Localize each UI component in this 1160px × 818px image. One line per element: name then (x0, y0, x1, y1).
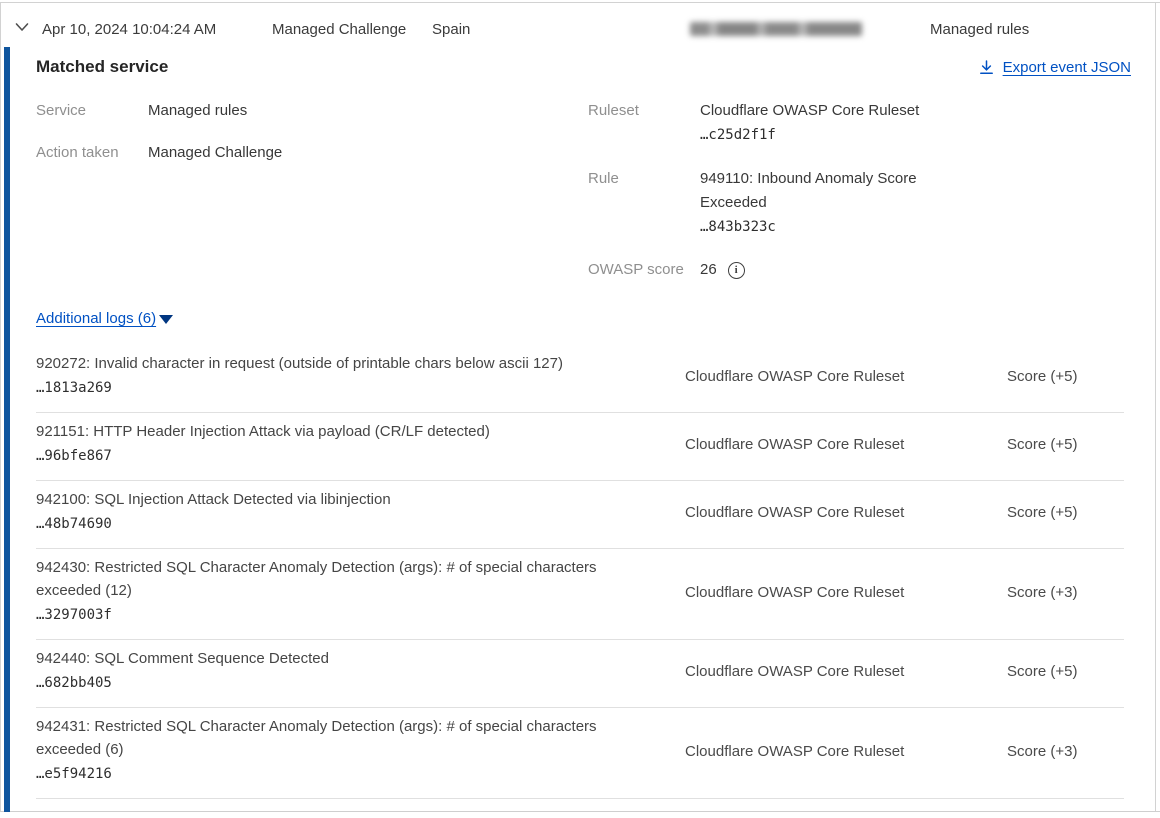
log-description: 920272: Invalid character in request (ou… (36, 352, 645, 375)
action-taken-label: Action taken (36, 143, 119, 163)
log-description: 942100: SQL Injection Attack Detected vi… (36, 488, 645, 511)
log-description: 942430: Restricted SQL Character Anomaly… (36, 556, 645, 602)
log-ruleset: Cloudflare OWASP Core Ruleset (685, 584, 1007, 601)
redacted-value (690, 22, 862, 36)
event-country: Spain (432, 21, 470, 39)
log-rule-id: …96bfe867 (36, 444, 645, 469)
chevron-down-icon[interactable] (13, 18, 31, 36)
ruleset-name: Cloudflare OWASP Core Ruleset (700, 99, 960, 123)
expanded-row-accent-bar (4, 47, 10, 812)
log-row: 942440: SQL Comment Sequence Detected …6… (36, 640, 1124, 708)
triangle-down-icon (159, 315, 173, 324)
panel-border-bottom (0, 811, 1160, 812)
log-rule-id: …3297003f (36, 603, 645, 628)
export-link-label: Export event JSON (1003, 59, 1131, 76)
log-row: 942430: Restricted SQL Character Anomaly… (36, 549, 1124, 640)
event-timestamp: Apr 10, 2024 10:04:24 AM (42, 21, 216, 39)
owasp-score-value-row: 26 i (700, 258, 745, 282)
log-description: 942440: SQL Comment Sequence Detected (36, 647, 645, 670)
log-rule-id: …682bb405 (36, 671, 645, 696)
log-description-cell: 920272: Invalid character in request (ou… (36, 352, 685, 401)
rule-name: 949110: Inbound Anomaly Score Exceeded (700, 167, 950, 215)
event-service: Managed rules (930, 21, 1029, 39)
additional-logs-toggle[interactable]: Additional logs (6) (36, 310, 173, 327)
log-score: Score (+5) (1007, 663, 1124, 680)
service-value: Managed rules (148, 99, 247, 123)
log-rule-id: …48b74690 (36, 512, 645, 537)
log-score: Score (+5) (1007, 368, 1124, 385)
log-score: Score (+5) (1007, 504, 1124, 521)
rule-value-block: 949110: Inbound Anomaly Score Exceeded …… (700, 167, 950, 240)
log-description-cell: 942431: Restricted SQL Character Anomaly… (36, 715, 685, 787)
log-row: 942431: Restricted SQL Character Anomaly… (36, 708, 1124, 799)
additional-logs-label: Additional logs (6) (36, 310, 156, 327)
log-row: 942100: SQL Injection Attack Detected vi… (36, 481, 1124, 549)
log-rule-id: …e5f94216 (36, 762, 645, 787)
download-icon (978, 59, 995, 76)
owasp-score-label: OWASP score (588, 260, 684, 280)
owasp-score-value: 26 (700, 258, 717, 282)
log-description-cell: 942100: SQL Injection Attack Detected vi… (36, 488, 685, 537)
log-description: 942431: Restricted SQL Character Anomaly… (36, 715, 645, 761)
export-event-json-link[interactable]: Export event JSON (978, 59, 1131, 76)
log-row: 921151: HTTP Header Injection Attack via… (36, 413, 1124, 481)
log-description-cell: 942430: Restricted SQL Character Anomaly… (36, 556, 685, 628)
log-ruleset: Cloudflare OWASP Core Ruleset (685, 743, 1007, 760)
log-description: 921151: HTTP Header Injection Attack via… (36, 420, 645, 443)
rule-id: …843b323c (700, 215, 950, 240)
log-row: 920272: Invalid character in request (ou… (36, 345, 1124, 413)
security-event-panel: Apr 10, 2024 10:04:24 AM Managed Challen… (0, 0, 1160, 818)
ruleset-id: …c25d2f1f (700, 123, 960, 148)
section-title: Matched service (36, 57, 168, 77)
log-ruleset: Cloudflare OWASP Core Ruleset (685, 436, 1007, 453)
log-rule-id: …1813a269 (36, 376, 645, 401)
ruleset-value-block: Cloudflare OWASP Core Ruleset …c25d2f1f (700, 99, 960, 148)
event-action: Managed Challenge (272, 21, 406, 39)
action-taken-value: Managed Challenge (148, 141, 282, 165)
logs-table: 920272: Invalid character in request (ou… (36, 345, 1124, 799)
log-description-cell: 942440: SQL Comment Sequence Detected …6… (36, 647, 685, 696)
panel-border-right (1155, 2, 1156, 812)
rule-label: Rule (588, 169, 619, 189)
log-score: Score (+3) (1007, 584, 1124, 601)
log-ruleset: Cloudflare OWASP Core Ruleset (685, 368, 1007, 385)
log-score: Score (+3) (1007, 743, 1124, 760)
log-ruleset: Cloudflare OWASP Core Ruleset (685, 663, 1007, 680)
log-description-cell: 921151: HTTP Header Injection Attack via… (36, 420, 685, 469)
service-label: Service (36, 101, 86, 121)
panel-border-left (0, 2, 1, 812)
ruleset-label: Ruleset (588, 101, 639, 121)
log-score: Score (+5) (1007, 436, 1124, 453)
event-summary-row[interactable]: Apr 10, 2024 10:04:24 AM Managed Challen… (0, 3, 1160, 47)
log-ruleset: Cloudflare OWASP Core Ruleset (685, 504, 1007, 521)
info-icon[interactable]: i (728, 262, 745, 279)
